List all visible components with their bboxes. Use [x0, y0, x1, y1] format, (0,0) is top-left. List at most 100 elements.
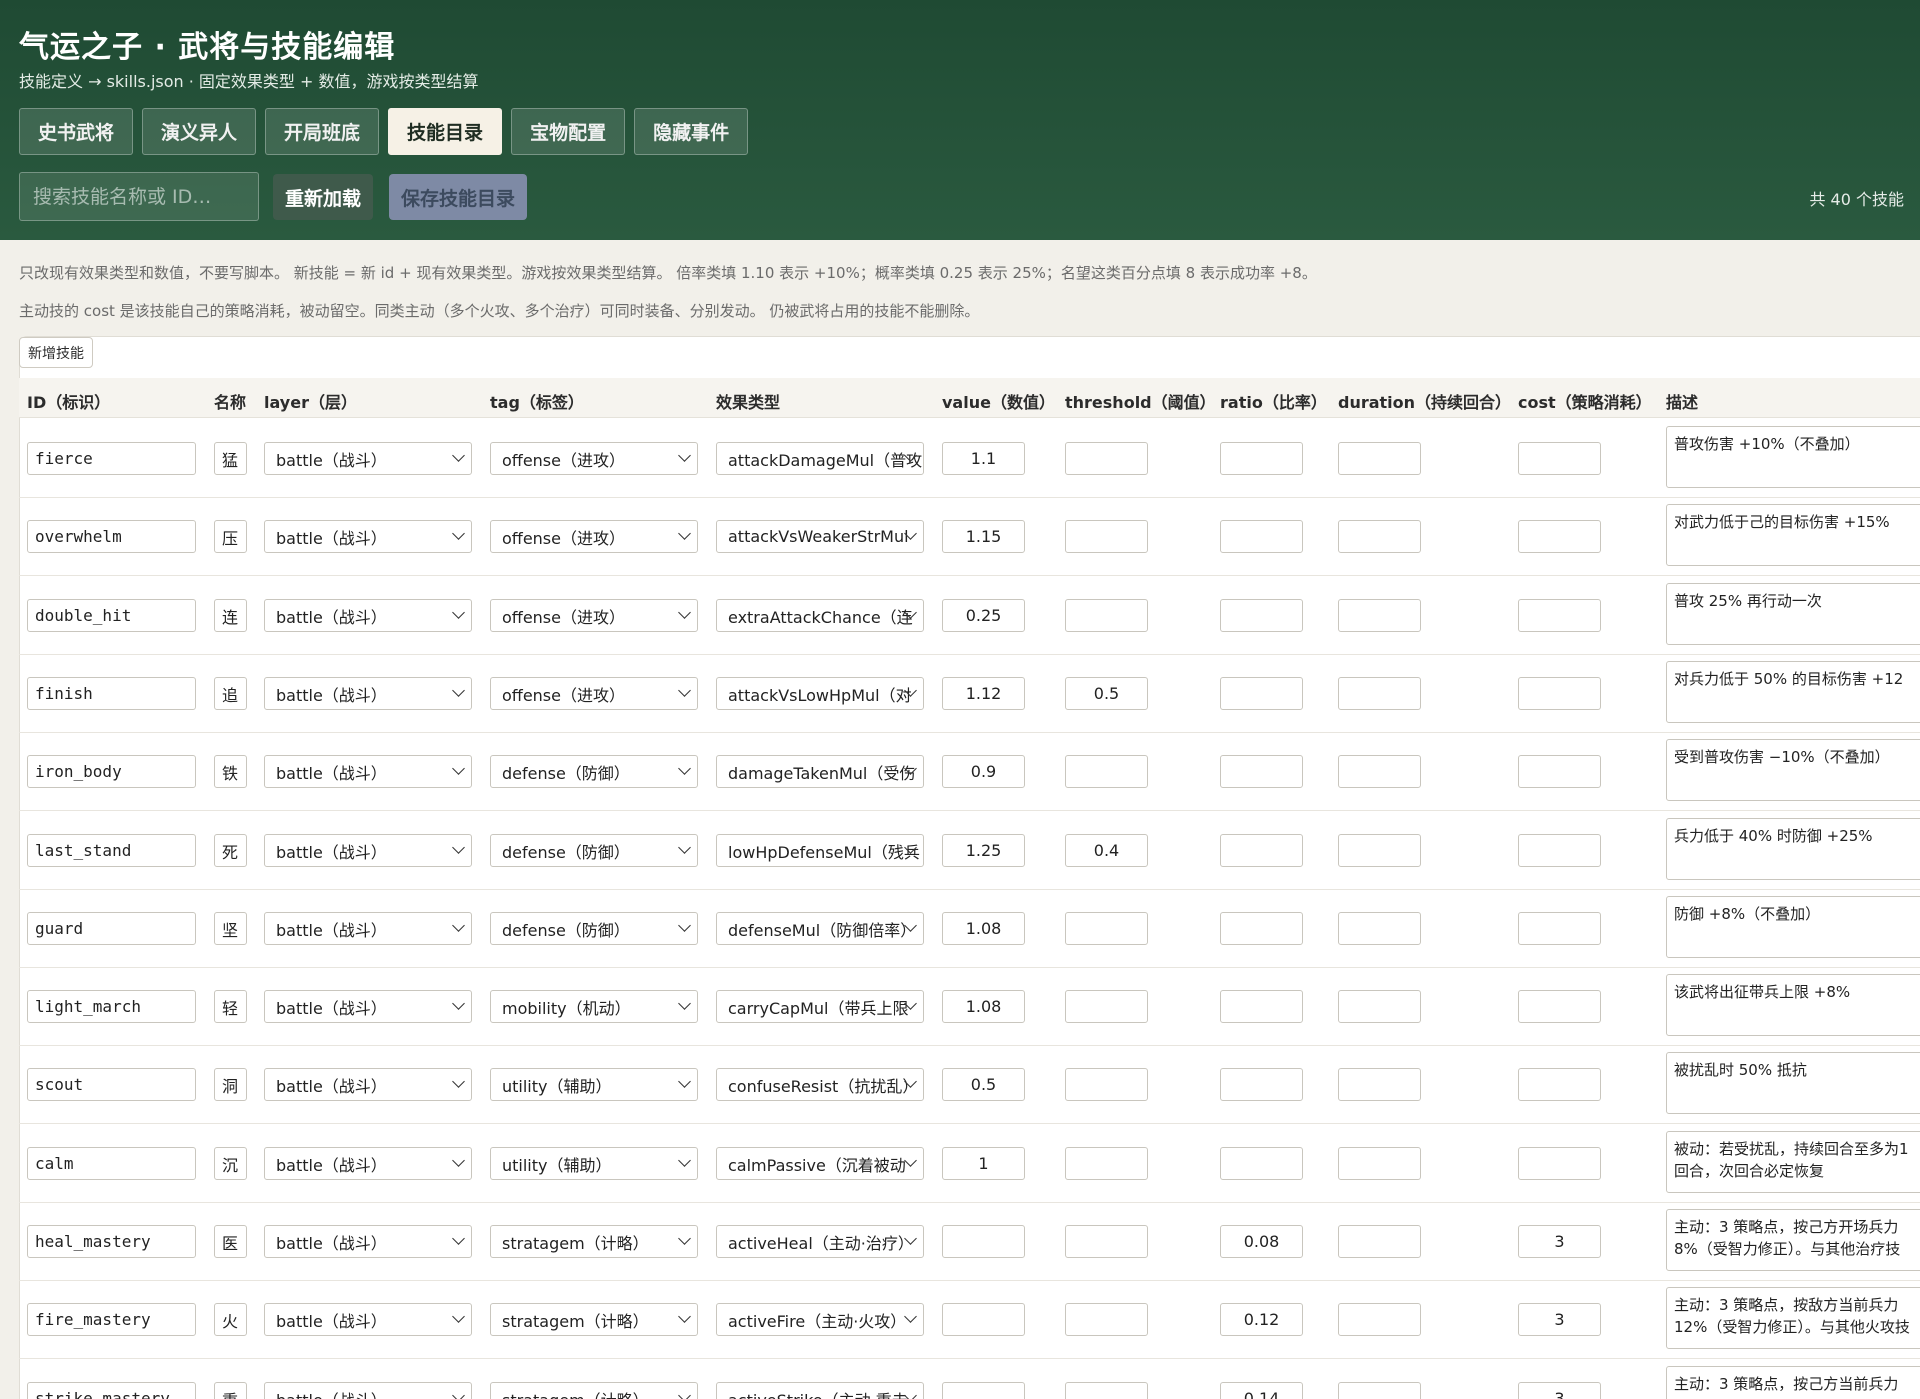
- duration-input[interactable]: [1338, 1382, 1421, 1399]
- ratio-input[interactable]: [1220, 1147, 1303, 1180]
- skill-name-input[interactable]: 猛: [214, 442, 247, 475]
- add-skill-button[interactable]: 新增技能: [19, 337, 93, 368]
- skill-name-input[interactable]: 医: [214, 1225, 247, 1258]
- description-textarea[interactable]: 被扰乱时 50% 抵抗: [1666, 1052, 1920, 1114]
- cost-input[interactable]: [1518, 912, 1601, 945]
- skill-id-input[interactable]: heal_mastery: [27, 1225, 196, 1258]
- cost-input[interactable]: [1518, 1147, 1601, 1180]
- tag-select[interactable]: utility（辅助）: [490, 1068, 698, 1101]
- layer-select[interactable]: battle（战斗）: [264, 755, 472, 788]
- value-input[interactable]: 0.9: [942, 755, 1025, 788]
- duration-input[interactable]: [1338, 1225, 1421, 1258]
- ratio-input[interactable]: 0.14: [1220, 1382, 1303, 1399]
- skill-id-input[interactable]: guard: [27, 912, 196, 945]
- threshold-input[interactable]: 0.5: [1065, 677, 1148, 710]
- layer-select[interactable]: battle（战斗）: [264, 990, 472, 1023]
- description-textarea[interactable]: 主动：3 策略点，按己方当前兵力: [1666, 1366, 1920, 1399]
- tag-select[interactable]: mobility（机动）: [490, 990, 698, 1023]
- tag-select[interactable]: offense（进攻）: [490, 677, 698, 710]
- effect-type-select[interactable]: defenseMul（防御倍率）: [716, 912, 924, 945]
- skill-name-input[interactable]: 重: [214, 1382, 247, 1399]
- value-input[interactable]: 1.25: [942, 834, 1025, 867]
- value-input[interactable]: 0.5: [942, 1068, 1025, 1101]
- description-textarea[interactable]: 普攻 25% 再行动一次: [1666, 583, 1920, 645]
- skill-name-input[interactable]: 追: [214, 677, 247, 710]
- tag-select[interactable]: utility（辅助）: [490, 1147, 698, 1180]
- effect-type-select[interactable]: damageTakenMul（受伤: [716, 755, 924, 788]
- duration-input[interactable]: [1338, 677, 1421, 710]
- skill-id-input[interactable]: iron_body: [27, 755, 196, 788]
- skill-id-input[interactable]: finish: [27, 677, 196, 710]
- layer-select[interactable]: battle（战斗）: [264, 1303, 472, 1336]
- description-textarea[interactable]: 受到普攻伤害 −10%（不叠加）: [1666, 739, 1920, 801]
- tab-treasure-config[interactable]: 宝物配置: [511, 108, 626, 155]
- effect-type-select[interactable]: activeStrike（主动·重击: [716, 1382, 924, 1399]
- layer-select[interactable]: battle（战斗）: [264, 442, 472, 475]
- value-input[interactable]: [942, 1382, 1025, 1399]
- tab-starting-team[interactable]: 开局班底: [265, 108, 380, 155]
- ratio-input[interactable]: [1220, 599, 1303, 632]
- ratio-input[interactable]: [1220, 1068, 1303, 1101]
- description-textarea[interactable]: 主动：3 策略点，按敌方当前兵力 12%（受智力修正）。与其他火攻技: [1666, 1287, 1920, 1349]
- description-textarea[interactable]: 对兵力低于 50% 的目标伤害 +12: [1666, 661, 1920, 723]
- ratio-input[interactable]: [1220, 990, 1303, 1023]
- skill-name-input[interactable]: 压: [214, 520, 247, 553]
- threshold-input[interactable]: [1065, 520, 1148, 553]
- effect-type-select[interactable]: lowHpDefenseMul（残兵: [716, 834, 924, 867]
- skill-id-input[interactable]: calm: [27, 1147, 196, 1180]
- layer-select[interactable]: battle（战斗）: [264, 677, 472, 710]
- cost-input[interactable]: [1518, 599, 1601, 632]
- threshold-input[interactable]: [1065, 599, 1148, 632]
- skill-name-input[interactable]: 沉: [214, 1147, 247, 1180]
- ratio-input[interactable]: [1220, 442, 1303, 475]
- duration-input[interactable]: [1338, 442, 1421, 475]
- description-textarea[interactable]: 对武力低于己的目标伤害 +15%: [1666, 504, 1920, 566]
- cost-input[interactable]: [1518, 990, 1601, 1023]
- layer-select[interactable]: battle（战斗）: [264, 520, 472, 553]
- duration-input[interactable]: [1338, 599, 1421, 632]
- cost-input[interactable]: [1518, 834, 1601, 867]
- ratio-input[interactable]: [1220, 912, 1303, 945]
- value-input[interactable]: 1.12: [942, 677, 1025, 710]
- layer-select[interactable]: battle（战斗）: [264, 1225, 472, 1258]
- value-input[interactable]: 1.08: [942, 912, 1025, 945]
- skill-name-input[interactable]: 洞: [214, 1068, 247, 1101]
- threshold-input[interactable]: 0.4: [1065, 834, 1148, 867]
- threshold-input[interactable]: [1065, 442, 1148, 475]
- duration-input[interactable]: [1338, 912, 1421, 945]
- tab-skill-catalog[interactable]: 技能目录: [388, 108, 503, 155]
- skill-name-input[interactable]: 连: [214, 599, 247, 632]
- layer-select[interactable]: battle（战斗）: [264, 1147, 472, 1180]
- value-input[interactable]: [942, 1303, 1025, 1336]
- layer-select[interactable]: battle（战斗）: [264, 1382, 472, 1399]
- effect-type-select[interactable]: attackDamageMul（普攻: [716, 442, 924, 475]
- value-input[interactable]: 1: [942, 1147, 1025, 1180]
- reload-button[interactable]: 重新加载: [273, 174, 374, 220]
- threshold-input[interactable]: [1065, 755, 1148, 788]
- tab-hidden-events[interactable]: 隐藏事件: [634, 108, 749, 155]
- save-catalog-button[interactable]: 保存技能目录: [389, 174, 528, 220]
- cost-input[interactable]: [1518, 1068, 1601, 1101]
- skill-id-input[interactable]: overwhelm: [27, 520, 196, 553]
- ratio-input[interactable]: [1220, 834, 1303, 867]
- cost-input[interactable]: 3: [1518, 1382, 1601, 1399]
- tab-legend-heroes[interactable]: 演义异人: [142, 108, 257, 155]
- skill-name-input[interactable]: 死: [214, 834, 247, 867]
- threshold-input[interactable]: [1065, 1225, 1148, 1258]
- effect-type-select[interactable]: attackVsWeakerStrMul: [716, 520, 924, 553]
- skill-id-input[interactable]: fierce: [27, 442, 196, 475]
- description-textarea[interactable]: 该武将出征带兵上限 +8%: [1666, 974, 1920, 1036]
- tag-select[interactable]: defense（防御）: [490, 834, 698, 867]
- cost-input[interactable]: 3: [1518, 1303, 1601, 1336]
- threshold-input[interactable]: [1065, 1382, 1148, 1399]
- ratio-input[interactable]: 0.12: [1220, 1303, 1303, 1336]
- description-textarea[interactable]: 被动：若受扰乱，持续回合至多为1回合，次回合必定恢复: [1666, 1131, 1920, 1193]
- effect-type-select[interactable]: activeHeal（主动·治疗）: [716, 1225, 924, 1258]
- effect-type-select[interactable]: confuseResist（抗扰乱）: [716, 1068, 924, 1101]
- layer-select[interactable]: battle（战斗）: [264, 912, 472, 945]
- effect-type-select[interactable]: activeFire（主动·火攻）: [716, 1303, 924, 1336]
- tag-select[interactable]: stratagem（计略）: [490, 1382, 698, 1399]
- value-input[interactable]: [942, 1225, 1025, 1258]
- value-input[interactable]: 1.1: [942, 442, 1025, 475]
- layer-select[interactable]: battle（战斗）: [264, 834, 472, 867]
